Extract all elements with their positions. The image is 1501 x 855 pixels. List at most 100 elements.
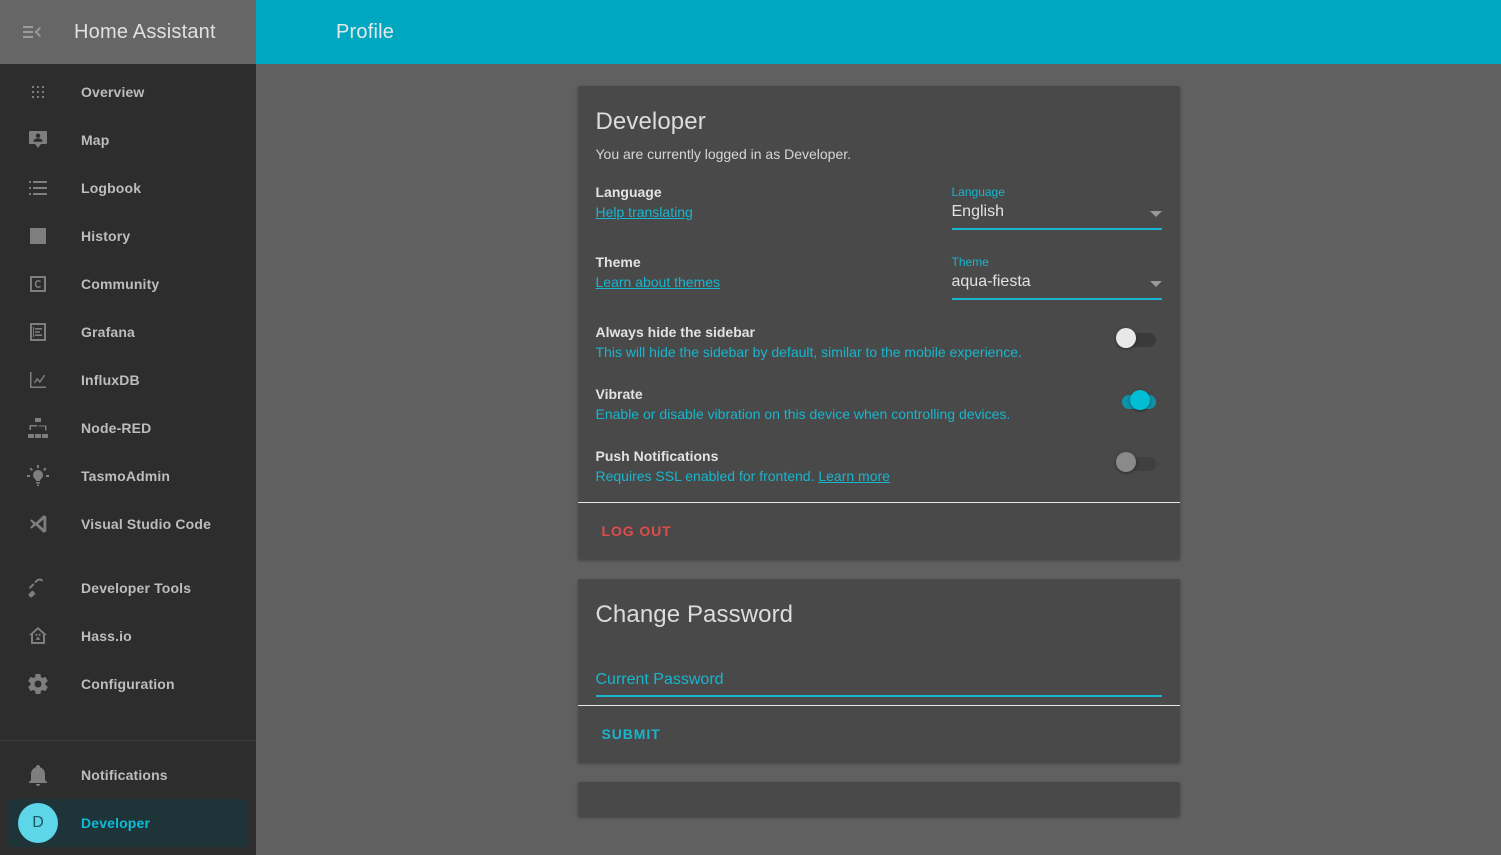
- letter-c-icon: [22, 268, 54, 300]
- page-title: Profile: [336, 20, 395, 43]
- menu-open-icon[interactable]: [12, 12, 52, 52]
- sidebar-item-overview[interactable]: Overview: [8, 68, 248, 116]
- sidebar-item-label: Community: [81, 276, 160, 292]
- language-label: Language: [595, 184, 662, 200]
- theme-row: Theme Learn about themes Theme aqua-fies…: [596, 238, 1162, 308]
- theme-dropdown[interactable]: Theme aqua-fiesta: [951, 252, 1162, 300]
- sidebar-item-tasmoadmin[interactable]: TasmoAdmin: [8, 452, 248, 500]
- profile-card-title: Developer: [595, 108, 706, 135]
- chevron-down-icon: [1149, 281, 1162, 287]
- push-notifications-desc-text: Requires SSL enabled for frontend.: [595, 468, 815, 484]
- profile-card-body: Developer You are currently logged in as…: [578, 86, 1180, 502]
- language-dropdown[interactable]: Language English: [951, 182, 1162, 230]
- language-field-label: Language: [951, 185, 1005, 199]
- profile-card-actions: LOG OUT: [578, 503, 1180, 559]
- sidebar-item-label: Overview: [81, 84, 145, 100]
- theme-label: Theme: [595, 254, 641, 270]
- sidebar-item-label: Node-RED: [81, 420, 152, 436]
- sidebar-item-label: TasmoAdmin: [81, 468, 171, 484]
- vibrate-info: Vibrate Enable or disable vibration on t…: [596, 384, 1108, 424]
- sidebar: Home Assistant Overview Map Logbook Hist…: [0, 0, 256, 855]
- sidebar-item-node-red[interactable]: Node-RED: [8, 404, 248, 452]
- theme-field-label: Theme: [951, 255, 989, 269]
- format-list-bulleted-icon: [22, 172, 54, 204]
- app-toolbar: Profile: [256, 0, 1501, 64]
- log-out-button[interactable]: LOG OUT: [596, 515, 678, 547]
- hide-sidebar-row: Always hide the sidebar This will hide t…: [596, 308, 1162, 370]
- current-password-input[interactable]: [595, 667, 1162, 697]
- change-password-card-title: Change Password: [595, 601, 794, 628]
- sidebar-item-notifications[interactable]: Notifications: [8, 751, 248, 799]
- language-field-value-row[interactable]: English: [951, 200, 1162, 230]
- hide-sidebar-info: Always hide the sidebar This will hide t…: [596, 322, 1108, 362]
- sidebar-item-label: Map: [81, 132, 110, 148]
- vibrate-toggle[interactable]: [1108, 390, 1156, 414]
- sidebar-item-hassio[interactable]: Hass.io: [8, 612, 248, 660]
- push-notifications-label: Push Notifications: [595, 448, 719, 464]
- push-notifications-description: Requires SSL enabled for frontend. Learn…: [596, 466, 1092, 486]
- sidebar-bottom-list: Notifications D Developer: [0, 741, 256, 855]
- next-card-partial: [577, 782, 1180, 816]
- sidebar-item-community[interactable]: Community: [8, 260, 248, 308]
- sidebar-item-configuration[interactable]: Configuration: [8, 660, 248, 708]
- sidebar-header: Home Assistant: [0, 0, 256, 64]
- sidebar-item-profile[interactable]: D Developer: [8, 799, 248, 847]
- change-password-card: Change Password SUBMIT: [577, 579, 1180, 762]
- push-notifications-learn-more-link[interactable]: Learn more: [818, 466, 890, 486]
- sidebar-item-developer-tools[interactable]: Developer Tools: [8, 564, 248, 612]
- toggle-knob: [1129, 390, 1150, 410]
- bell-icon: [22, 759, 54, 791]
- theme-value: aqua-fiesta: [951, 273, 1031, 290]
- chart-line-icon: [22, 364, 54, 396]
- change-password-card-body: Change Password: [578, 579, 1180, 705]
- sidebar-item-map[interactable]: Map: [8, 116, 248, 164]
- language-row: Language Help translating Language Engli…: [596, 168, 1162, 238]
- sidebar-title: Home Assistant: [74, 20, 216, 43]
- sidebar-item-label: Developer Tools: [81, 580, 192, 596]
- vibrate-description: Enable or disable vibration on this devi…: [595, 406, 1011, 422]
- hide-sidebar-toggle[interactable]: [1108, 328, 1156, 352]
- view-dashboard-icon: [22, 76, 54, 108]
- push-notifications-row: Push Notifications Requires SSL enabled …: [596, 432, 1162, 494]
- submit-password-button[interactable]: SUBMIT: [596, 718, 667, 750]
- sidebar-item-visual-studio-code[interactable]: Visual Studio Code: [8, 500, 248, 548]
- sidebar-item-grafana[interactable]: Grafana: [8, 308, 248, 356]
- sitemap-icon: [22, 412, 54, 444]
- theme-field-value-row[interactable]: aqua-fiesta: [951, 270, 1162, 300]
- sidebar-item-logbook[interactable]: Logbook: [8, 164, 248, 212]
- sidebar-item-label: Grafana: [81, 324, 135, 340]
- cog-icon: [22, 668, 54, 700]
- sidebar-item-label: Hass.io: [81, 628, 132, 644]
- language-value: English: [951, 203, 1004, 220]
- main-area: Profile Developer You are currently logg…: [256, 0, 1501, 855]
- sidebar-item-influxdb[interactable]: InfluxDB: [8, 356, 248, 404]
- toggle-knob: [1115, 328, 1136, 348]
- push-notifications-info: Push Notifications Requires SSL enabled …: [596, 446, 1108, 486]
- avatar: D: [18, 803, 58, 843]
- sidebar-item-history[interactable]: History: [8, 212, 248, 260]
- profile-card-subtitle: You are currently logged in as Developer…: [595, 146, 852, 162]
- hide-sidebar-description: This will hide the sidebar by default, s…: [595, 344, 1022, 360]
- push-notifications-toggle[interactable]: [1108, 452, 1156, 476]
- map-marker-account-icon: [22, 124, 54, 156]
- theme-info: Theme Learn about themes: [596, 252, 952, 292]
- change-password-card-actions: SUBMIT: [578, 706, 1180, 762]
- home-assistant-io-icon: [22, 620, 54, 652]
- hide-sidebar-label: Always hide the sidebar: [595, 324, 756, 340]
- toggle-knob: [1115, 452, 1136, 472]
- profile-card: Developer You are currently logged in as…: [577, 86, 1180, 559]
- sidebar-item-label: Configuration: [81, 676, 175, 692]
- help-translating-link[interactable]: Help translating: [596, 202, 693, 222]
- vscode-icon: [22, 508, 54, 540]
- language-info: Language Help translating: [596, 182, 952, 222]
- app-root: Home Assistant Overview Map Logbook Hist…: [0, 0, 1501, 855]
- chevron-down-icon: [1149, 211, 1162, 217]
- current-password-field[interactable]: [595, 645, 1162, 697]
- hammer-icon: [22, 572, 54, 604]
- page-content[interactable]: Developer You are currently logged in as…: [256, 64, 1501, 855]
- sidebar-item-label: Developer: [81, 815, 151, 831]
- learn-about-themes-link[interactable]: Learn about themes: [596, 272, 721, 292]
- sidebar-item-label: InfluxDB: [81, 372, 140, 388]
- vibrate-row: Vibrate Enable or disable vibration on t…: [596, 370, 1162, 432]
